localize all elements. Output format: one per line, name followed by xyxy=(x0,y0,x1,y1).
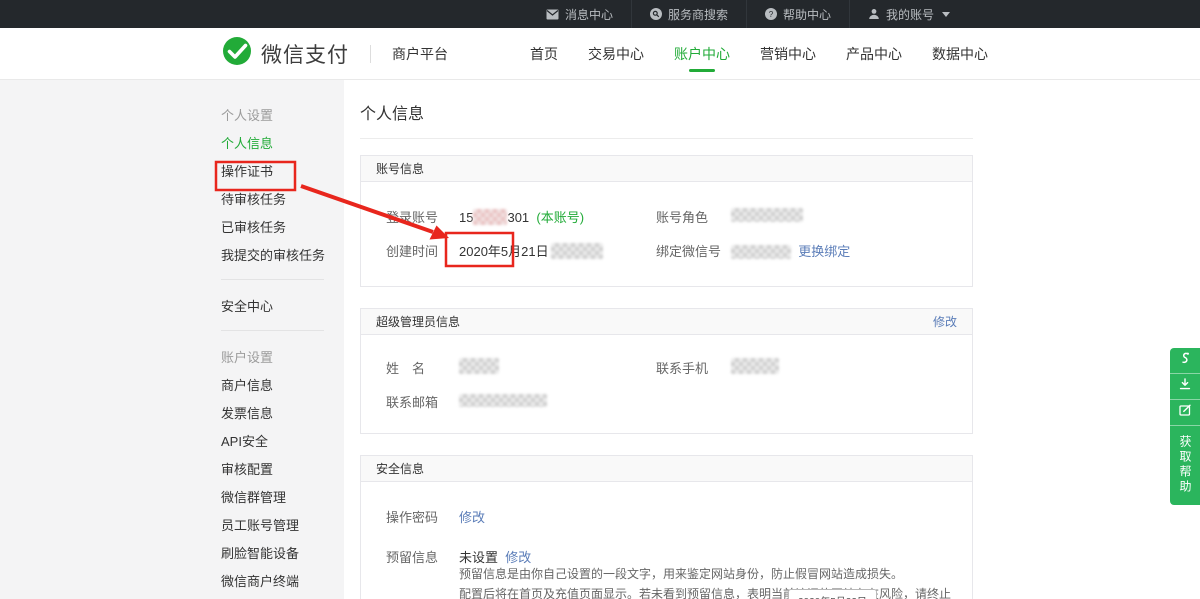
download-button[interactable] xyxy=(1170,374,1200,400)
topbar-item-label: 消息中心 xyxy=(565,6,613,23)
title-divider xyxy=(360,138,973,139)
sidebar-item-reviewed-tasks[interactable]: 已审核任务 xyxy=(221,212,331,240)
wechat-pay-logo-icon xyxy=(222,36,252,71)
get-help-button[interactable]: 获取帮助 xyxy=(1178,426,1192,505)
sidebar-item-my-submitted-tasks[interactable]: 我提交的审核任务 xyxy=(221,240,331,268)
topbar-item-label: 服务商搜索 xyxy=(668,6,728,23)
envelope-icon xyxy=(546,9,559,20)
portal-name: 商户平台 xyxy=(392,44,448,64)
redacted-account-role xyxy=(731,208,803,222)
sidebar-item-review-config[interactable]: 审核配置 xyxy=(221,454,331,482)
search-icon xyxy=(650,8,662,20)
sidebar-item-operation-certificate[interactable]: 操作证书 xyxy=(221,156,331,184)
redacted-phone xyxy=(731,358,779,374)
edit-admin-link[interactable]: 修改 xyxy=(933,313,957,330)
help-icon: ? xyxy=(765,8,777,20)
topbar: 消息中心 服务商搜索 ? 帮助中心 我的账号 xyxy=(0,0,1200,28)
download-icon xyxy=(1178,377,1192,396)
sidebar-item-pending-review-tasks[interactable]: 待审核任务 xyxy=(221,184,331,212)
redacted-email xyxy=(459,394,547,407)
own-account-note: (本账号) xyxy=(536,210,584,225)
nav-transaction-center[interactable]: 交易中心 xyxy=(588,36,644,72)
operation-password-label: 操作密码 xyxy=(386,507,438,526)
sidebar-item-api-security[interactable]: API安全 xyxy=(221,426,331,454)
account-info-card: 账号信息 登录账号 15301 (本账号) 账号角色 创建时间 2020年5月2… xyxy=(360,155,973,287)
hotline-icon xyxy=(1178,351,1192,370)
sidebar-item-wechat-merchant-terminal[interactable]: 微信商户终端 xyxy=(221,566,331,594)
main-nav: 首页 交易中心 账户中心 营销中心 产品中心 数据中心 xyxy=(530,36,1200,72)
security-info-card: 安全信息 操作密码 修改 预留信息 未设置 修改 预留信息是由你自己设置的一段文… xyxy=(360,455,973,599)
created-time-label: 创建时间 xyxy=(386,241,438,260)
super-admin-card: 超级管理员信息 修改 姓 名 联系手机 联系邮箱 xyxy=(360,308,973,434)
card-title: 超级管理员信息 xyxy=(376,313,460,330)
redacted-wechat-id xyxy=(731,245,791,259)
main-content: 个人信息 账号信息 登录账号 15301 (本账号) 账号角色 创建时间 202… xyxy=(344,80,1200,599)
topbar-item-my-account[interactable]: 我的账号 xyxy=(849,0,968,28)
brand[interactable]: 微信支付 商户平台 xyxy=(222,36,448,71)
nav-home[interactable]: 首页 xyxy=(530,36,558,72)
contact-email-label: 联系邮箱 xyxy=(386,392,438,411)
sidebar-item-staff-account-mgmt[interactable]: 员工账号管理 xyxy=(221,510,331,538)
login-account-label: 登录账号 xyxy=(386,207,438,226)
redacted-name xyxy=(459,358,499,374)
header: 微信支付 商户平台 首页 交易中心 账户中心 营销中心 产品中心 数据中心 xyxy=(0,28,1200,80)
feedback-button[interactable] xyxy=(1170,400,1200,426)
rebind-link[interactable]: 更换绑定 xyxy=(798,244,850,259)
bound-wechat-label: 绑定微信号 xyxy=(656,241,721,260)
created-time-value: 2020年5月21日 xyxy=(459,241,603,260)
nav-product-center[interactable]: 产品中心 xyxy=(846,36,902,72)
reserved-info-label: 预留信息 xyxy=(386,547,438,566)
feedback-icon xyxy=(1178,403,1192,422)
sidebar-section-personal-settings: 个人设置 xyxy=(221,100,344,128)
sidebar-divider xyxy=(221,330,324,331)
sidebar-item-face-smart-device[interactable]: 刷脸智能设备 xyxy=(221,538,331,566)
sidebar-section-account-settings: 账户设置 xyxy=(221,342,344,370)
svg-text:?: ? xyxy=(769,10,774,19)
hotline-button[interactable] xyxy=(1170,348,1200,374)
topbar-item-label: 我的账号 xyxy=(886,6,934,23)
brand-name: 微信支付 xyxy=(261,39,349,69)
user-icon xyxy=(868,8,880,20)
contact-phone-label: 联系手机 xyxy=(656,358,708,377)
sidebar-divider xyxy=(221,279,324,280)
sidebar-item-merchant-info[interactable]: 商户信息 xyxy=(221,370,331,398)
sidebar-item-security-center[interactable]: 安全中心 xyxy=(221,291,331,319)
card-title: 账号信息 xyxy=(376,160,424,177)
topbar-item-help-center[interactable]: ? 帮助中心 xyxy=(746,0,849,28)
float-toolbar: 获取帮助 xyxy=(1170,348,1200,505)
reserved-info-description: 预留信息是由你自己设置的一段文字，用来鉴定网站身份，防止假冒网站造成损失。 配置… xyxy=(459,564,959,599)
topbar-item-provider-search[interactable]: 服务商搜索 xyxy=(631,0,746,28)
page-title: 个人信息 xyxy=(360,80,1200,124)
nav-data-center[interactable]: 数据中心 xyxy=(932,36,988,72)
topbar-item-messages[interactable]: 消息中心 xyxy=(528,0,631,28)
card-title: 安全信息 xyxy=(376,460,424,477)
redacted-created-time xyxy=(551,243,603,259)
chevron-down-icon xyxy=(942,12,950,17)
account-role-label: 账号角色 xyxy=(656,207,708,226)
nav-account-center[interactable]: 账户中心 xyxy=(674,36,730,72)
sidebar-item-invoice-info[interactable]: 发票信息 xyxy=(221,398,331,426)
topbar-item-label: 帮助中心 xyxy=(783,6,831,23)
date-tooltip: 2020年5月22日 xyxy=(788,589,877,599)
nav-marketing-center[interactable]: 营销中心 xyxy=(760,36,816,72)
set-reserved-info-link[interactable]: 修改 xyxy=(505,550,531,565)
sidebar: 个人设置 个人信息 操作证书 待审核任务 已审核任务 我提交的审核任务 安全中心… xyxy=(0,80,344,599)
reserved-info-value: 未设置 修改 xyxy=(459,547,531,566)
redacted-login-middle xyxy=(473,209,507,225)
name-label: 姓 名 xyxy=(386,358,425,377)
sidebar-item-wechat-group-mgmt[interactable]: 微信群管理 xyxy=(221,482,331,510)
login-account-value: 15301 (本账号) xyxy=(459,207,584,226)
sidebar-item-personal-info[interactable]: 个人信息 xyxy=(221,128,331,156)
page-body: 个人设置 个人信息 操作证书 待审核任务 已审核任务 我提交的审核任务 安全中心… xyxy=(0,80,1200,599)
brand-divider xyxy=(370,45,371,63)
change-password-link[interactable]: 修改 xyxy=(459,510,485,525)
